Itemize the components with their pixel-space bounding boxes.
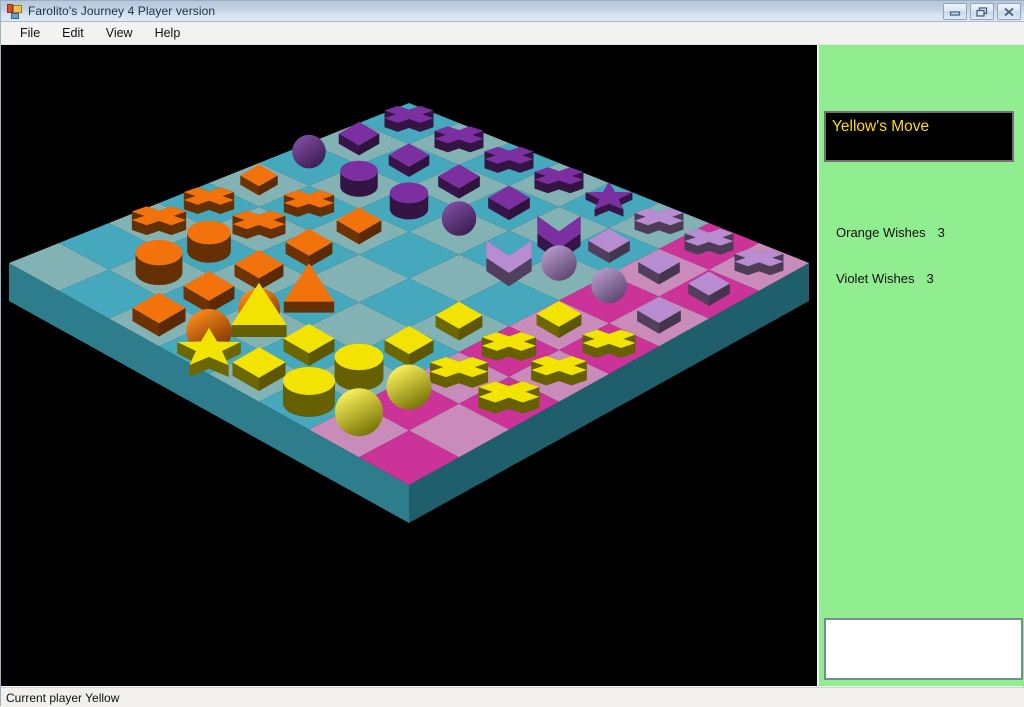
piece-cross[interactable] bbox=[233, 211, 286, 239]
piece-cross[interactable] bbox=[184, 187, 234, 214]
menu-item-help[interactable]: Help bbox=[144, 23, 192, 43]
piece-cylinder[interactable] bbox=[283, 367, 335, 417]
piece-cross[interactable] bbox=[635, 208, 684, 234]
orange-wishes-row: Orange Wishes 3 bbox=[836, 225, 945, 240]
piece-cylinder[interactable] bbox=[335, 344, 384, 391]
piece-cross[interactable] bbox=[385, 106, 434, 132]
restore-button[interactable] bbox=[970, 3, 994, 20]
piece-cylinder[interactable] bbox=[390, 182, 428, 219]
minimize-button[interactable] bbox=[943, 3, 967, 20]
title-bar: Farolito's Journey 4 Player version bbox=[1, 1, 1024, 22]
notes-text-box[interactable] bbox=[824, 618, 1023, 680]
status-text: Current player Yellow bbox=[6, 691, 119, 705]
piece-cross[interactable] bbox=[132, 206, 186, 235]
piece-cross[interactable] bbox=[531, 356, 586, 385]
current-move-label: Yellow's Move bbox=[832, 118, 929, 136]
menu-item-edit[interactable]: Edit bbox=[51, 23, 95, 43]
close-button[interactable] bbox=[997, 3, 1021, 20]
piece-cross[interactable] bbox=[685, 229, 734, 255]
side-panel: Yellow's Move Orange Wishes 3 Violet Wish… bbox=[819, 45, 1024, 686]
window-controls bbox=[943, 3, 1021, 20]
piece-cylinder[interactable] bbox=[136, 240, 183, 285]
piece-sphere[interactable] bbox=[541, 245, 577, 281]
application-window: Farolito's Journey 4 Player version bbox=[0, 0, 1024, 706]
piece-cross[interactable] bbox=[430, 357, 488, 388]
menu-bar: File Edit View Help bbox=[1, 22, 1024, 45]
board-3d-scene bbox=[1, 45, 817, 686]
current-move-box: Yellow's Move bbox=[824, 111, 1014, 162]
piece-cross[interactable] bbox=[583, 330, 636, 358]
piece-sphere[interactable] bbox=[335, 388, 383, 436]
app-squares-icon bbox=[7, 4, 23, 19]
violet-wishes-row: Violet Wishes 3 bbox=[836, 271, 934, 286]
piece-cross[interactable] bbox=[284, 190, 334, 217]
orange-wishes-count: 3 bbox=[938, 225, 945, 240]
restore-icon bbox=[976, 6, 989, 17]
piece-sphere[interactable] bbox=[292, 135, 326, 169]
orange-wishes-label: Orange Wishes bbox=[836, 225, 926, 240]
piece-sphere[interactable] bbox=[386, 364, 431, 409]
menu-item-file[interactable]: File bbox=[9, 23, 51, 43]
window-title: Farolito's Journey 4 Player version bbox=[28, 4, 215, 18]
violet-wishes-label: Violet Wishes bbox=[836, 271, 915, 286]
piece-cylinder[interactable] bbox=[340, 161, 377, 197]
piece-cross[interactable] bbox=[435, 126, 484, 152]
minimize-icon bbox=[949, 7, 961, 17]
violet-wishes-count: 3 bbox=[927, 271, 934, 286]
close-icon bbox=[1003, 6, 1015, 17]
piece-cross[interactable] bbox=[482, 332, 536, 361]
status-bar: Current player Yellow bbox=[1, 687, 1024, 707]
piece-cylinder[interactable] bbox=[187, 221, 231, 263]
piece-sphere[interactable] bbox=[442, 201, 477, 236]
piece-cross[interactable] bbox=[735, 249, 784, 275]
piece-cross[interactable] bbox=[535, 167, 584, 193]
game-board-canvas[interactable] bbox=[1, 45, 817, 686]
piece-cross[interactable] bbox=[479, 381, 540, 413]
piece-cross[interactable] bbox=[485, 147, 534, 173]
piece-sphere[interactable] bbox=[591, 268, 627, 304]
menu-item-view[interactable]: View bbox=[95, 23, 144, 43]
